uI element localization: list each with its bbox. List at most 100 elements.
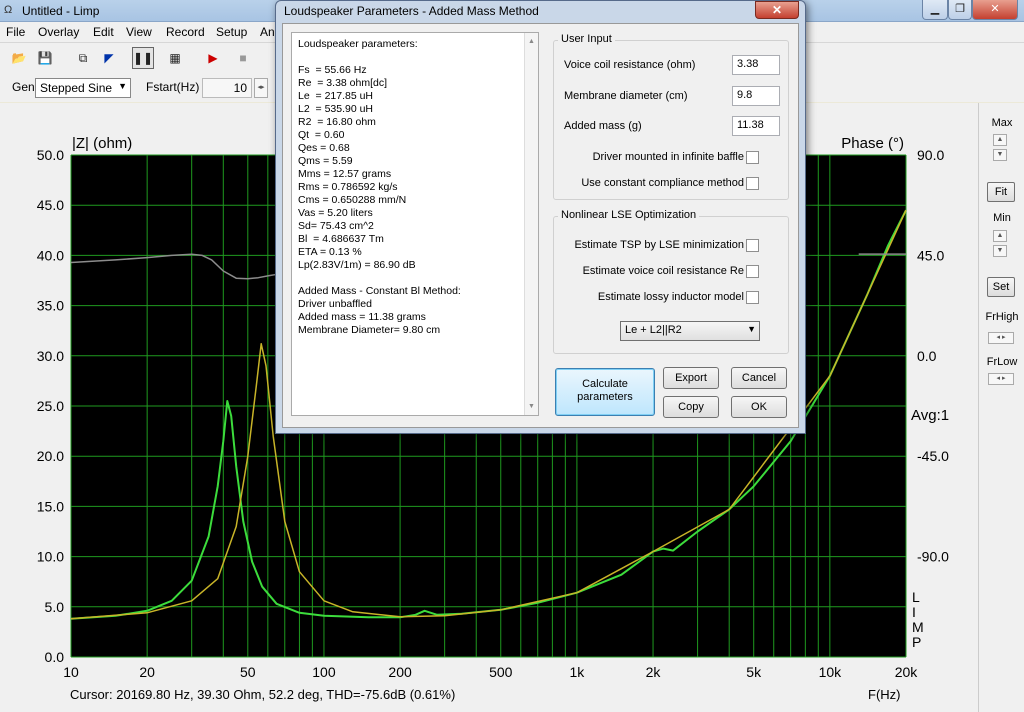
frhigh-arrows-icon[interactable]: ◂ ▸: [988, 332, 1014, 344]
result-line: Bl = 4.686637 Tm: [298, 233, 384, 245]
x-tick-label: 2k: [646, 664, 662, 680]
menu-view[interactable]: View: [126, 25, 152, 39]
results-scrollbar[interactable]: ▲ ▼: [524, 33, 538, 415]
result-line: R2 = 16.80 ohm: [298, 116, 376, 128]
record-icon[interactable]: ▶: [202, 47, 224, 69]
chevron-down-icon: ▼: [118, 81, 127, 91]
y-tick-label: 15.0: [37, 498, 64, 514]
left-axis-title: |Z| (ohm): [72, 135, 132, 152]
calculate-parameters-button[interactable]: Calculate parameters: [555, 368, 655, 416]
vc-resistance-input[interactable]: 3.38: [732, 55, 780, 75]
grid-icon[interactable]: ▦: [164, 47, 186, 69]
ok-button[interactable]: OK: [731, 396, 787, 418]
result-line: Mms = 12.57 grams: [298, 168, 392, 180]
copy-button[interactable]: Copy: [663, 396, 719, 418]
phase-tick-label: 90.0: [917, 147, 944, 163]
menu-setup[interactable]: Setup: [216, 25, 247, 39]
marker-icon[interactable]: ◤: [98, 47, 120, 69]
max-up-icon[interactable]: ▲: [993, 134, 1007, 146]
generator-select[interactable]: Stepped Sine ▼: [35, 78, 131, 98]
membrane-diameter-label: Membrane diameter (cm): [564, 90, 688, 102]
user-input-group: User Input Voice coil resistance (ohm) 3…: [553, 33, 789, 200]
phase-tick-label: 45.0: [917, 247, 944, 263]
y-tick-label: 40.0: [37, 247, 64, 263]
calculate-line1: Calculate: [582, 378, 628, 390]
x-tick-label: 10: [63, 664, 79, 680]
infinite-baffle-checkbox[interactable]: [746, 151, 759, 164]
max-label: Max: [991, 117, 1013, 129]
cursor-readout: Cursor: 20169.80 Hz, 39.30 Ohm, 52.2 deg…: [70, 687, 456, 702]
menu-record[interactable]: Record: [166, 25, 205, 39]
result-line: Added mass = 11.38 grams: [298, 311, 426, 323]
save-icon[interactable]: 💾: [34, 47, 56, 69]
minimize-button[interactable]: ▁: [922, 0, 948, 20]
copy-icon[interactable]: ⧉: [72, 47, 94, 69]
set-button[interactable]: Set: [987, 277, 1015, 297]
fstart-input[interactable]: 10: [202, 78, 252, 98]
scroll-up-icon[interactable]: ▲: [528, 35, 535, 48]
stop-icon[interactable]: ■: [232, 47, 254, 69]
y-tick-label: 45.0: [37, 197, 64, 213]
nonlinear-lse-title: Nonlinear LSE Optimization: [558, 209, 700, 221]
result-line: [298, 272, 532, 285]
added-mass-input[interactable]: 11.38: [732, 116, 780, 136]
calculate-line2: parameters: [577, 391, 633, 403]
x-tick-label: 100: [312, 664, 336, 680]
estimate-re-checkbox[interactable]: [746, 265, 759, 278]
membrane-diameter-input[interactable]: 9.8: [732, 86, 780, 106]
result-line: Re = 3.38 ohm[dc]: [298, 77, 388, 89]
lossy-inductor-label: Estimate lossy inductor model: [597, 291, 744, 303]
user-input-title: User Input: [558, 33, 615, 45]
estimate-re-label: Estimate voice coil resistance Re: [582, 265, 744, 277]
result-line: Loudspeaker parameters:: [298, 38, 418, 50]
result-line: Sd= 75.43 cm^2: [298, 220, 374, 232]
result-line: [298, 51, 532, 64]
menu-edit[interactable]: Edit: [93, 25, 114, 39]
result-line: Qms = 5.59: [298, 155, 353, 167]
dialog-close-button[interactable]: ✕: [755, 1, 799, 19]
cancel-button[interactable]: Cancel: [731, 367, 787, 389]
export-button[interactable]: Export: [663, 367, 719, 389]
estimate-tsp-checkbox[interactable]: [746, 239, 759, 252]
pause-icon[interactable]: ❚❚: [132, 47, 154, 69]
frlow-arrows-icon[interactable]: ◂ ▸: [988, 373, 1014, 385]
main-window: Ω Untitled - Limp ▁ ❐ ✕ File Overlay Edi…: [0, 0, 1024, 712]
results-textbox[interactable]: Loudspeaker parameters: Fs = 55.66 Hz Re =…: [291, 32, 539, 416]
result-line: Fs = 55.66 Hz: [298, 64, 367, 76]
nonlinear-lse-group: Nonlinear LSE Optimization Estimate TSP …: [553, 209, 789, 354]
y-tick-label: 10.0: [37, 549, 64, 565]
menu-file[interactable]: File: [6, 25, 25, 39]
constant-compliance-checkbox[interactable]: [746, 177, 759, 190]
y-tick-label: 5.0: [45, 599, 65, 615]
limp-letter: M: [912, 619, 924, 635]
phase-tick-label: 0.0: [917, 348, 937, 364]
infinite-baffle-label: Driver mounted in infinite baffle: [592, 151, 744, 163]
results-lines: Loudspeaker parameters: Fs = 55.66 Hz Re =…: [298, 38, 532, 336]
min-down-icon[interactable]: ▼: [993, 245, 1007, 257]
limp-letter: I: [912, 604, 916, 620]
fstart-spin-icon[interactable]: ◂▸: [254, 78, 268, 98]
inductor-model-select[interactable]: Le + L2||R2 ▼: [620, 321, 760, 341]
open-folder-icon[interactable]: 📂: [8, 47, 30, 69]
scroll-down-icon[interactable]: ▼: [528, 400, 535, 413]
x-tick-label: 20k: [895, 664, 919, 680]
max-down-icon[interactable]: ▼: [993, 149, 1007, 161]
frhigh-label: FrHigh: [985, 311, 1019, 323]
min-up-icon[interactable]: ▲: [993, 230, 1007, 242]
result-line: ETA = 0.13 %: [298, 246, 362, 258]
menu-overlay[interactable]: Overlay: [38, 25, 79, 39]
avg-label: Avg:1: [911, 407, 949, 424]
result-line: Membrane Diameter= 9.80 cm: [298, 324, 441, 336]
maximize-button[interactable]: ❐: [948, 0, 972, 20]
x-tick-label: 1k: [570, 664, 586, 680]
result-line: Le = 217.85 uH: [298, 90, 374, 102]
fit-button[interactable]: Fit: [987, 182, 1015, 202]
y-tick-label: 30.0: [37, 348, 64, 364]
phase-tick-label: -45.0: [917, 448, 949, 464]
close-window-button[interactable]: ✕: [972, 0, 1018, 20]
lossy-inductor-checkbox[interactable]: [746, 291, 759, 304]
menu-analysis[interactable]: An: [260, 25, 275, 39]
gen-label: Gen: [12, 80, 35, 94]
result-line: Qt = 0.60: [298, 129, 345, 141]
right-panel: Max ▲ ▼ Fit Min ▲ ▼ Set FrHigh ◂ ▸ FrLow…: [978, 103, 1024, 712]
